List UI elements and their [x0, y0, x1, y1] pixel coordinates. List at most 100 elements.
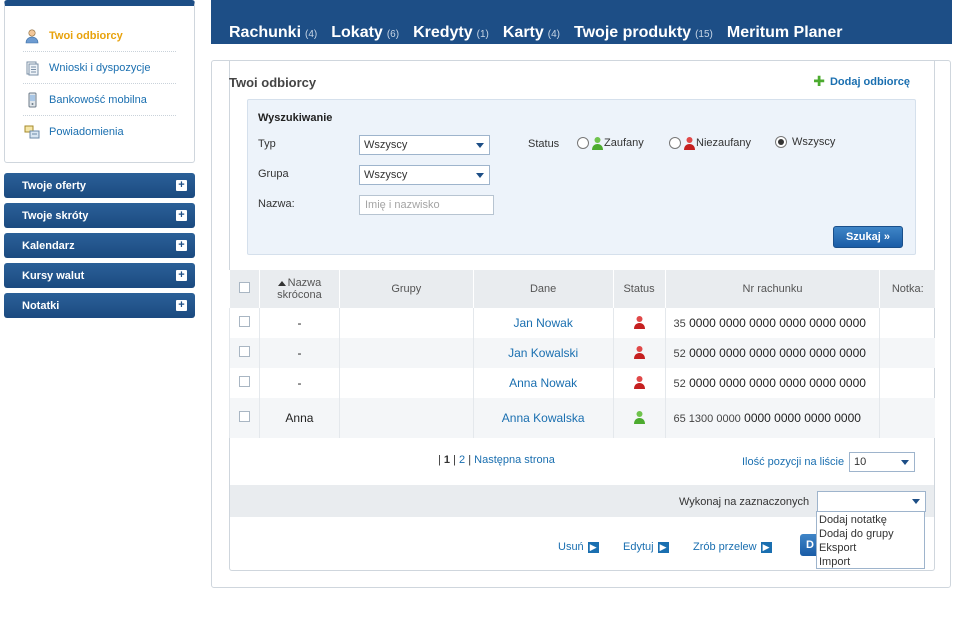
arrow-right-icon: ▶ — [587, 541, 599, 553]
sidebar-section-kalendarz[interactable]: Kalendarz + — [4, 233, 195, 258]
notification-icon — [23, 123, 41, 141]
table-row[interactable]: - Jan Nowak 35 0000 0000 0000 0000 0000 … — [229, 308, 935, 338]
column-header-data: Dane — [472, 270, 614, 308]
column-header-account: Nr rachunku — [664, 270, 880, 308]
column-header-note: Notka: — [879, 270, 935, 308]
topnav-meritum-planer[interactable]: Meritum Planer — [727, 24, 843, 42]
recipient-name-link[interactable]: Anna Nowak — [509, 376, 577, 390]
row-checkbox[interactable] — [238, 346, 250, 357]
sidebar-section-notatki[interactable]: Notatki + — [4, 293, 195, 318]
edit-action[interactable]: Edytuj ▶ — [623, 541, 669, 553]
recipients-table: Nazwa skrócona Grupy Dane Status Nr rach… — [229, 270, 935, 438]
topnav-rachunki[interactable]: Rachunki (4) — [229, 24, 317, 42]
table-row[interactable]: - Jan Kowalski 52 0000 0000 0000 0000 00… — [229, 338, 935, 368]
bulk-action-dropdown: Dodaj notatkę Dodaj do grupy Eksport Imp… — [816, 511, 925, 569]
cell-groups — [338, 398, 474, 438]
type-select[interactable]: Wszyscy — [359, 135, 490, 155]
cell-groups — [338, 308, 474, 338]
row-checkbox[interactable] — [238, 316, 250, 327]
per-page-select[interactable]: 10 — [849, 452, 915, 472]
sidebar-item-wnioski[interactable]: Wnioski i dyspozycje — [23, 52, 176, 84]
trusted-person-icon — [633, 410, 645, 424]
sidebar-item-twoi-odbiorcy[interactable]: Twoi odbiorcy — [23, 20, 176, 52]
status-radio-niezaufany[interactable]: Niezaufany — [669, 136, 751, 150]
untrusted-person-icon — [633, 375, 645, 389]
cell-groups — [338, 338, 474, 368]
next-page-link[interactable]: Następna strona — [474, 454, 555, 466]
name-label: Nazwa: — [258, 198, 295, 210]
sidebar-section-twoje-skroty[interactable]: Twoje skróty + — [4, 203, 195, 228]
left-sidebar: Twoi odbiorcy Wnioski i dyspozycje Banko… — [4, 0, 195, 318]
topnav-kredyty[interactable]: Kredyty (1) — [413, 24, 489, 42]
column-header-groups: Grupy — [338, 270, 474, 308]
topnav-twoje-produkty[interactable]: Twoje produkty (15) — [574, 24, 713, 42]
arrow-right-icon: ▶ — [760, 541, 772, 553]
untrusted-person-icon — [684, 137, 695, 150]
sidebar-section-label: Twoje skróty — [22, 209, 89, 222]
person-icon — [23, 27, 41, 45]
transfer-action[interactable]: Zrób przelew ▶ — [693, 541, 772, 553]
cell-note — [879, 368, 935, 398]
dropdown-option-import[interactable]: Import — [819, 555, 922, 569]
table-row[interactable]: Anna Anna Kowalska 65 1300 0000 0000 000… — [229, 398, 935, 438]
table-row[interactable]: - Anna Nowak 52 0000 0000 0000 0000 0000… — [229, 368, 935, 398]
row-checkbox[interactable] — [238, 376, 250, 387]
add-recipient-link[interactable]: ✚ Dodaj odbiorcę — [813, 73, 910, 90]
topnav-lokaty[interactable]: Lokaty (6) — [331, 24, 399, 42]
type-label: Typ — [258, 138, 276, 150]
cell-account: 35 0000 0000 0000 0000 0000 0000 — [664, 308, 880, 338]
main-panel: Twoi odbiorcy ✚ Dodaj odbiorcę Wyszukiwa… — [211, 60, 951, 588]
group-select[interactable]: Wszyscy — [359, 165, 490, 185]
dropdown-option-add-to-group[interactable]: Dodaj do grupy — [819, 527, 922, 541]
expand-plus-icon[interactable]: + — [176, 210, 187, 221]
status-radio-wszyscy[interactable]: Wszyscy — [775, 136, 835, 148]
sidebar-item-label: Powiadomienia — [49, 126, 124, 138]
radio-circle-selected[interactable] — [775, 136, 787, 148]
recipient-name-link[interactable]: Anna Kowalska — [502, 411, 585, 425]
dropdown-option-add-note[interactable]: Dodaj notatkę — [819, 513, 922, 527]
cell-short-name: Anna — [258, 398, 340, 438]
cell-groups — [338, 368, 474, 398]
expand-plus-icon[interactable]: + — [176, 240, 187, 251]
sidebar-section-label: Notatki — [22, 299, 60, 312]
cell-short-name: - — [258, 308, 340, 338]
cell-account: 52 0000 0000 0000 0000 0000 0000 — [664, 338, 880, 368]
sidebar-item-powiadomienia[interactable]: Powiadomienia — [23, 116, 176, 148]
cell-note — [879, 398, 935, 438]
delete-action[interactable]: Usuń ▶ — [558, 541, 599, 553]
status-label: Status — [528, 138, 560, 150]
dropdown-option-export[interactable]: Eksport — [819, 541, 922, 555]
expand-plus-icon[interactable]: + — [176, 270, 187, 281]
sidebar-section-twoje-oferty[interactable]: Twoje oferty + — [4, 173, 195, 198]
radio-circle[interactable] — [669, 137, 681, 149]
sidebar-section-label: Twoje oferty — [22, 179, 86, 192]
column-header-status: Status — [612, 270, 666, 308]
status-radio-zaufany[interactable]: Zaufany — [577, 136, 644, 150]
sort-ascending-icon — [277, 281, 286, 286]
expand-plus-icon[interactable]: + — [176, 180, 187, 191]
group-label: Grupa — [258, 168, 289, 180]
cell-account: 65 1300 0000 0000 0000 0000 0000 — [664, 398, 880, 438]
bulk-action-select[interactable] — [817, 491, 926, 512]
chevron-down-icon — [476, 143, 484, 148]
sidebar-item-bankowosc-mobilna[interactable]: Bankowość mobilna — [23, 84, 176, 116]
cell-short-name: - — [258, 368, 340, 398]
plus-icon: ✚ — [813, 73, 825, 89]
untrusted-person-icon — [633, 315, 645, 329]
sidebar-section-kursy-walut[interactable]: Kursy walut + — [4, 263, 195, 288]
document-icon — [23, 59, 41, 77]
radio-circle[interactable] — [577, 137, 589, 149]
search-button[interactable]: Szukaj » — [833, 226, 903, 248]
chevron-down-icon — [901, 460, 909, 465]
name-input[interactable] — [359, 195, 494, 215]
row-checkbox[interactable] — [238, 411, 250, 422]
topnav-karty[interactable]: Karty (4) — [503, 24, 560, 42]
column-header-short-name[interactable]: Nazwa skrócona — [258, 270, 340, 308]
expand-plus-icon[interactable]: + — [176, 300, 187, 311]
sidebar-item-label: Wnioski i dyspozycje — [49, 61, 151, 74]
recipient-name-link[interactable]: Jan Kowalski — [508, 346, 578, 360]
sidebar-section-label: Kursy walut — [22, 269, 85, 282]
recipient-name-link[interactable]: Jan Nowak — [513, 316, 572, 330]
cell-account: 52 0000 0000 0000 0000 0000 0000 — [664, 368, 880, 398]
select-all-checkbox[interactable] — [238, 282, 250, 293]
